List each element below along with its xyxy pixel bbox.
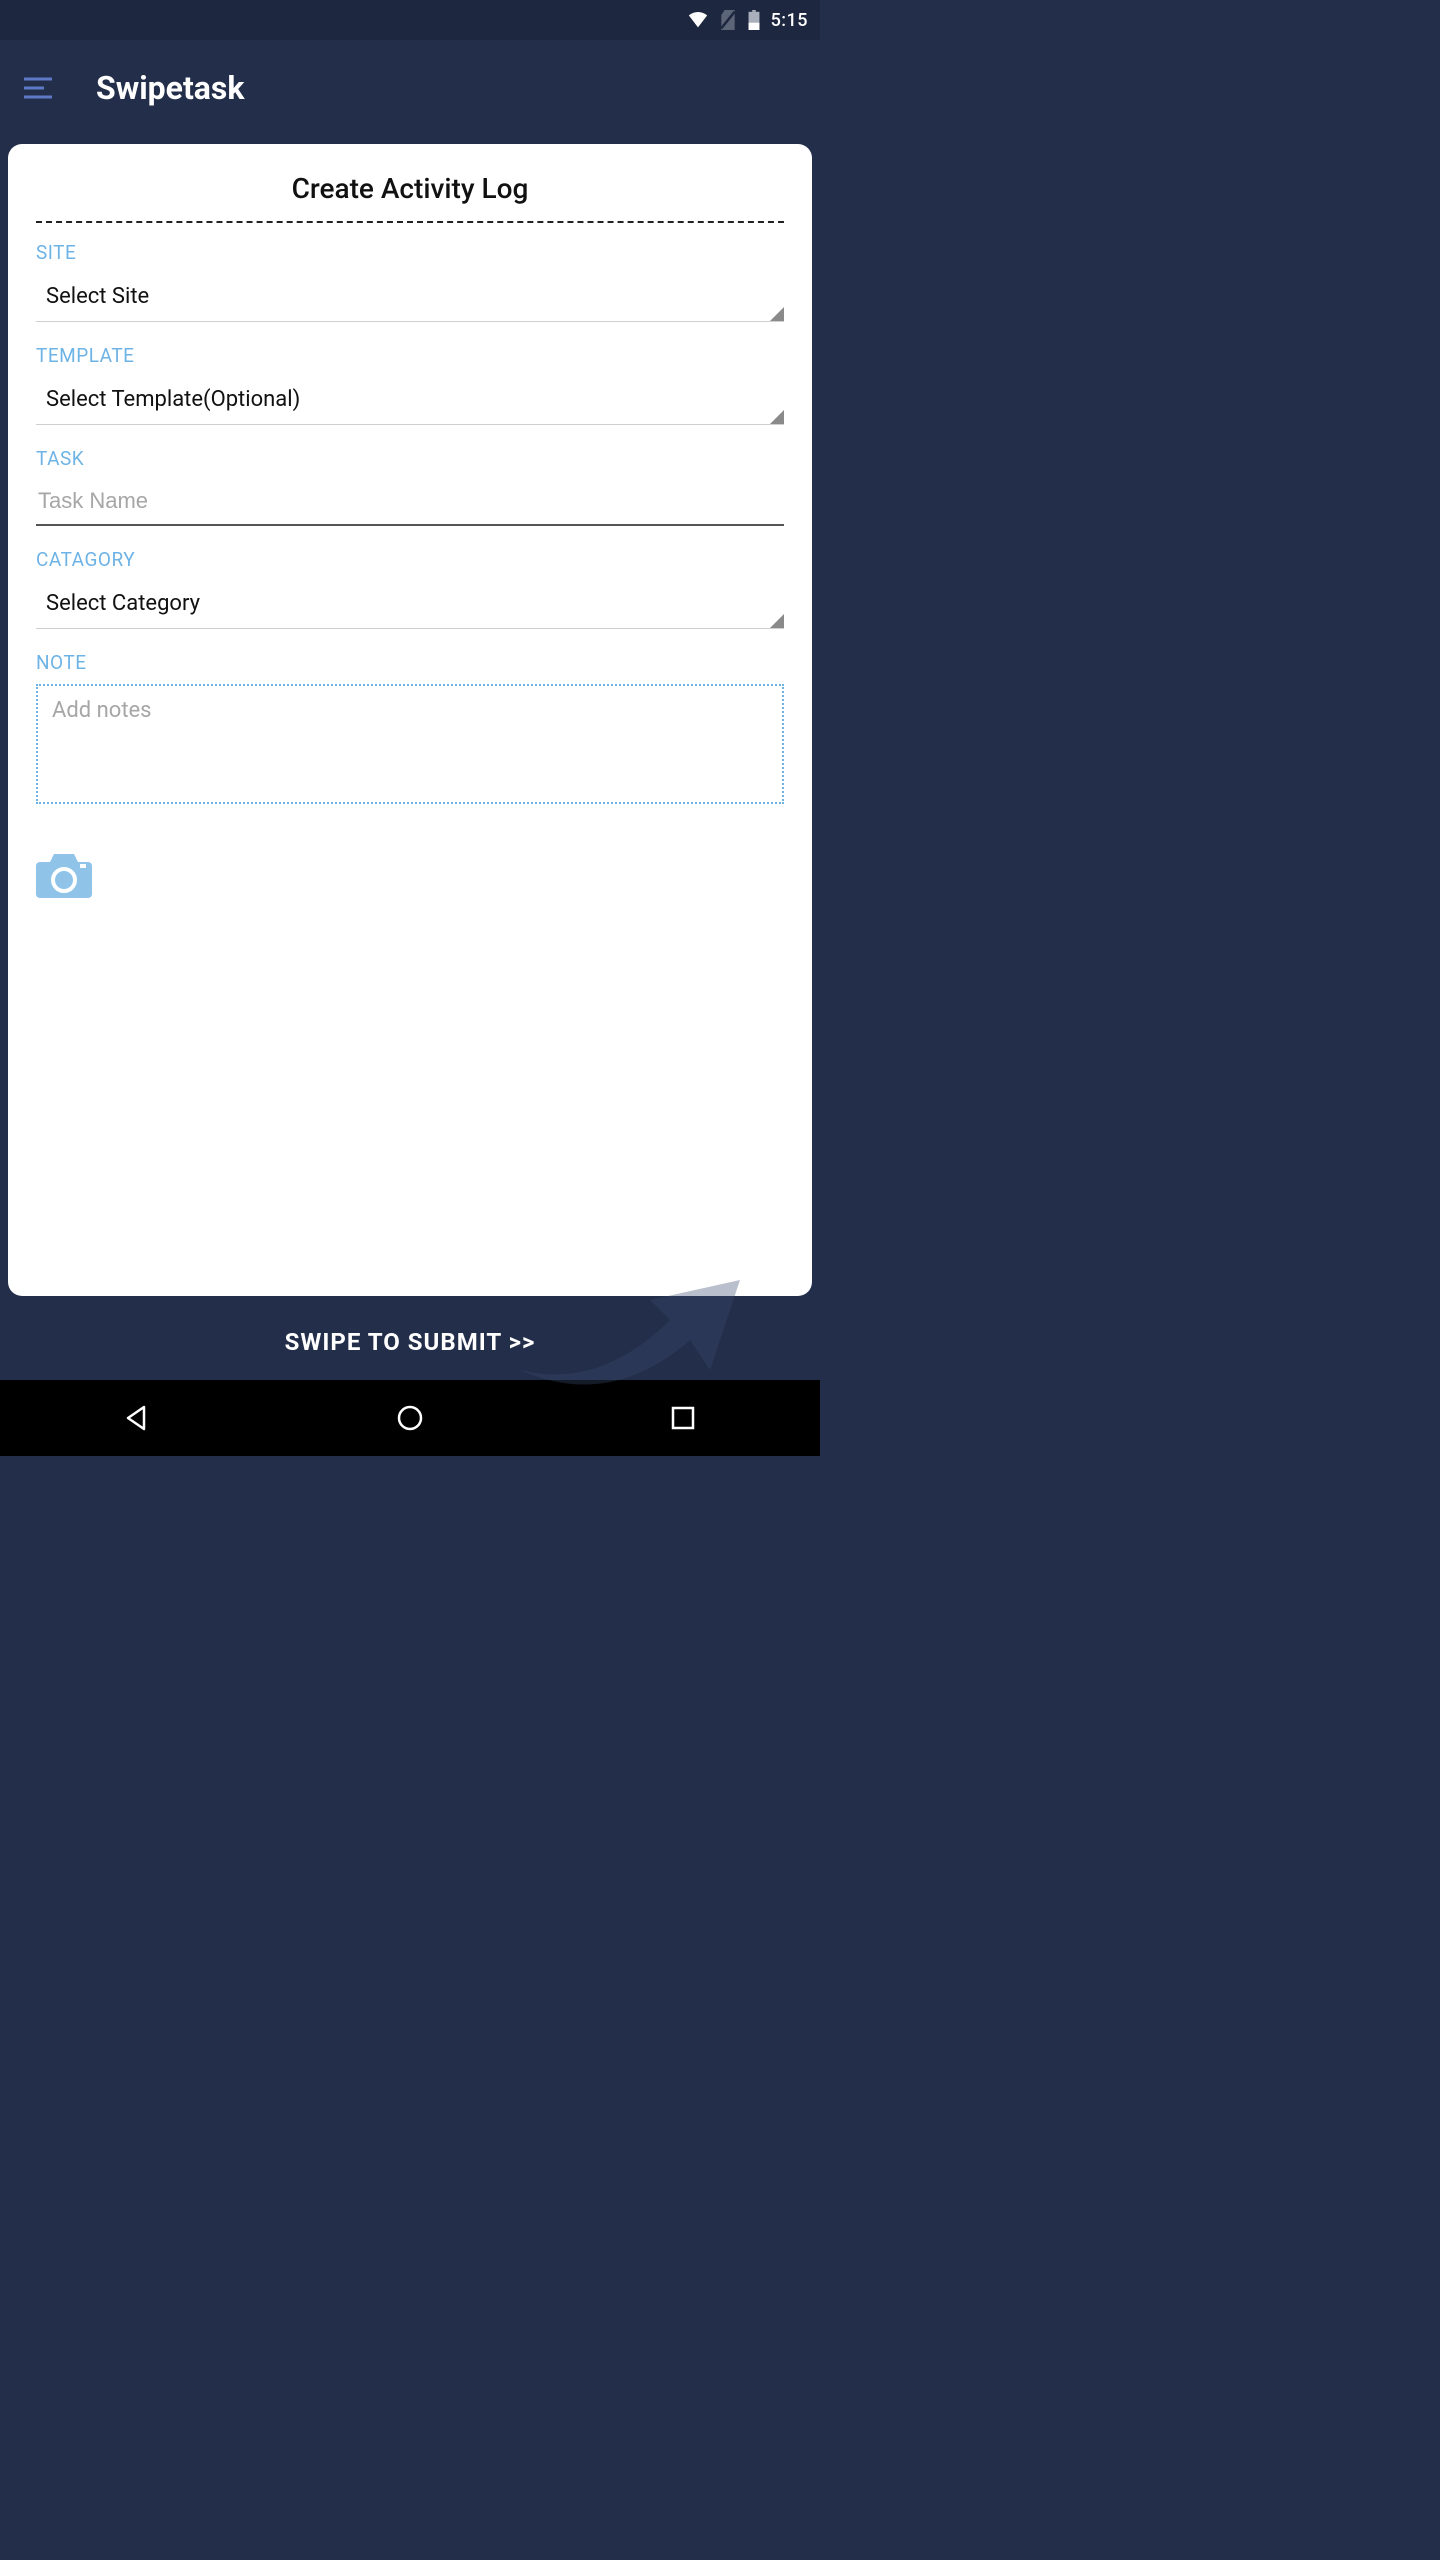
battery-icon [747, 10, 761, 30]
no-sim-icon [719, 10, 737, 30]
note-label: NOTE [36, 651, 784, 674]
menu-icon[interactable] [24, 76, 56, 100]
status-time: 5:15 [771, 10, 808, 31]
android-nav-bar [0, 1380, 820, 1456]
status-bar: 5:15 [0, 0, 820, 40]
task-input[interactable] [36, 480, 784, 526]
recent-icon[interactable] [668, 1403, 698, 1433]
category-field: CATAGORY Select Category [36, 548, 784, 629]
note-input[interactable] [36, 684, 784, 804]
site-select-value: Select Site [46, 284, 149, 309]
template-select[interactable]: Select Template(Optional) [36, 377, 784, 425]
dropdown-icon [770, 410, 784, 424]
form-card: Create Activity Log SITE Select Site TEM… [8, 144, 812, 1296]
camera-icon[interactable] [36, 850, 92, 898]
card-title: Create Activity Log [36, 172, 784, 223]
category-select-value: Select Category [46, 591, 200, 616]
home-icon[interactable] [395, 1403, 425, 1433]
template-label: TEMPLATE [36, 344, 784, 367]
dropdown-icon [770, 307, 784, 321]
wifi-icon [687, 9, 709, 31]
task-field: TASK [36, 447, 784, 526]
category-label: CATAGORY [36, 548, 784, 571]
app-header: Swipetask [0, 40, 820, 136]
back-icon[interactable] [122, 1403, 152, 1433]
dropdown-icon [770, 614, 784, 628]
site-field: SITE Select Site [36, 241, 784, 322]
category-select[interactable]: Select Category [36, 581, 784, 629]
app-title: Swipetask [96, 69, 244, 107]
template-field: TEMPLATE Select Template(Optional) [36, 344, 784, 425]
site-label: SITE [36, 241, 784, 264]
swipe-submit[interactable]: SWIPE TO SUBMIT >> [0, 1304, 820, 1380]
swipe-submit-label: SWIPE TO SUBMIT >> [285, 1328, 536, 1356]
task-label: TASK [36, 447, 784, 470]
note-field: NOTE [36, 651, 784, 808]
site-select[interactable]: Select Site [36, 274, 784, 322]
template-select-value: Select Template(Optional) [46, 387, 300, 412]
